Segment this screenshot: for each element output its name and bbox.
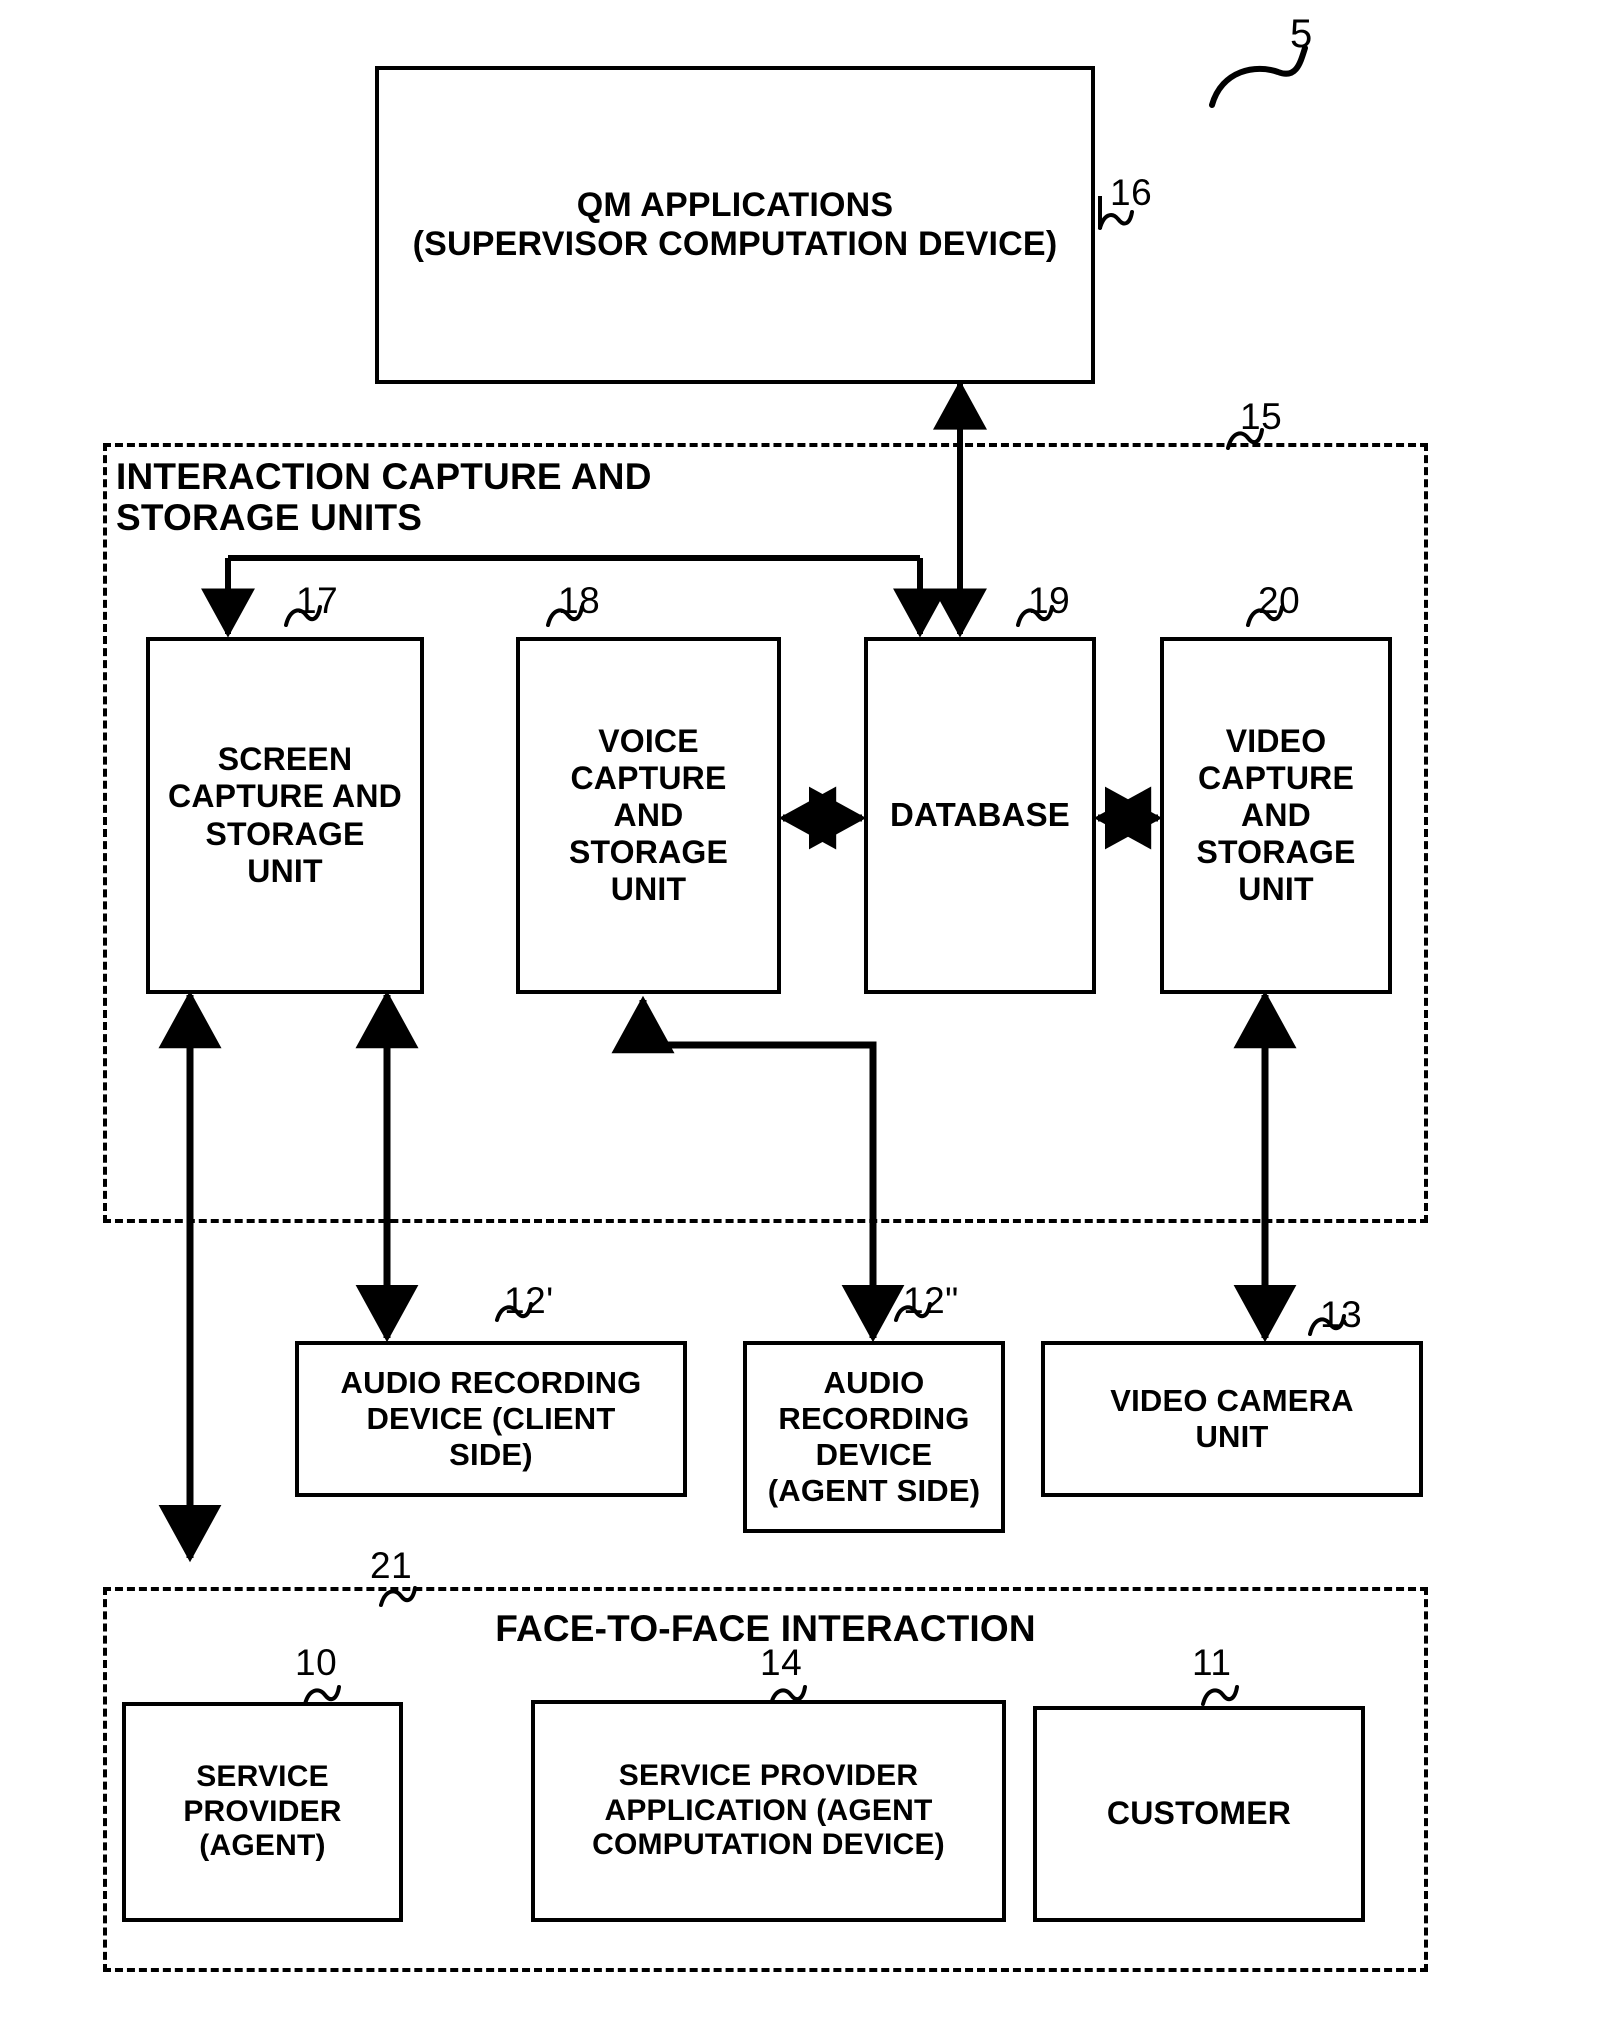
- ref-number-19: 19: [1028, 580, 1071, 621]
- region-title-interaction-capture-storage: INTERACTION CAPTURE AND STORAGE UNITS: [116, 456, 652, 539]
- ref-number-12-prime: 12': [504, 1280, 554, 1321]
- node-audio-recording-device-client[interactable]: AUDIO RECORDING DEVICE (CLIENT SIDE): [295, 1341, 687, 1497]
- ref-number-16: 16: [1110, 172, 1153, 213]
- ref-number-15: 15: [1240, 396, 1283, 437]
- ref-number-21: 21: [370, 1545, 413, 1586]
- node-service-provider-agent[interactable]: SERVICE PROVIDER (AGENT): [122, 1702, 403, 1922]
- node-video-camera-unit[interactable]: VIDEO CAMERA UNIT: [1041, 1341, 1423, 1497]
- node-database[interactable]: DATABASE: [864, 637, 1096, 994]
- ref-number-13: 13: [1320, 1294, 1363, 1335]
- node-video-capture-storage-unit[interactable]: VIDEO CAPTURE AND STORAGE UNIT: [1160, 637, 1392, 994]
- node-customer[interactable]: CUSTOMER: [1033, 1706, 1365, 1922]
- node-audio-recording-device-agent[interactable]: AUDIO RECORDING DEVICE (AGENT SIDE): [743, 1341, 1005, 1533]
- patent-figure-canvas: 5 QM APPLICATIONS (SUPERVISOR COMPUTATIO…: [0, 0, 1597, 2037]
- node-screen-capture-storage-unit[interactable]: SCREEN CAPTURE AND STORAGE UNIT: [146, 637, 424, 994]
- node-voice-capture-storage-unit[interactable]: VOICE CAPTURE AND STORAGE UNIT: [516, 637, 781, 994]
- ref-number-20: 20: [1258, 580, 1301, 621]
- ref-number-10: 10: [295, 1642, 338, 1683]
- ref-number-11: 11: [1192, 1642, 1232, 1683]
- node-service-provider-application[interactable]: SERVICE PROVIDER APPLICATION (AGENT COMP…: [531, 1700, 1006, 1922]
- ref-16-leader: [1098, 210, 1134, 230]
- ref-number-18: 18: [558, 580, 601, 621]
- figure-number: 5: [1290, 12, 1313, 56]
- node-qm-applications[interactable]: QM APPLICATIONS (SUPERVISOR COMPUTATION …: [375, 66, 1095, 384]
- ref-number-17: 17: [296, 580, 339, 621]
- ref-number-14: 14: [760, 1642, 803, 1683]
- ref-number-12-double-prime: 12": [903, 1280, 959, 1321]
